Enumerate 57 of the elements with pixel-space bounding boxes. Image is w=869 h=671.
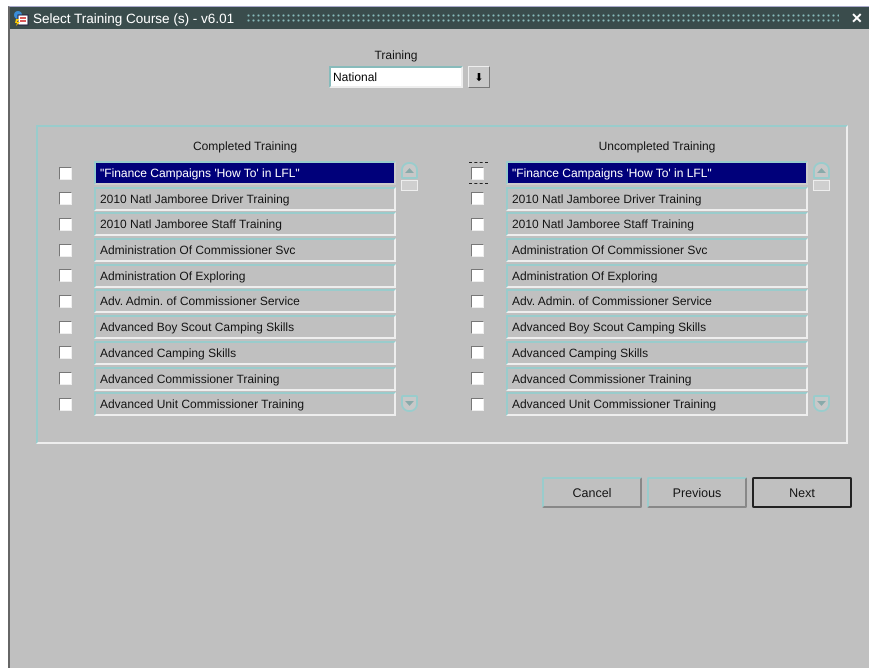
course-field[interactable]: Advanced Commissioner Training [94, 366, 396, 390]
close-button[interactable]: ✕ [851, 10, 863, 26]
checkbox[interactable] [471, 372, 484, 385]
checkbox[interactable] [59, 294, 72, 308]
course-field[interactable]: Advanced Unit Commissioner Training [506, 392, 808, 416]
course-field[interactable]: 2010 Natl Jamboree Staff Training [506, 212, 808, 236]
course-field[interactable]: Advanced Commissioner Training [506, 366, 808, 390]
checkbox[interactable] [59, 192, 72, 206]
dropdown-button[interactable]: ⬇ [468, 66, 490, 88]
course-field[interactable]: Advanced Camping Skills [94, 340, 396, 365]
scroll-thumb[interactable] [813, 180, 830, 191]
checkbox[interactable] [471, 320, 484, 334]
course-field[interactable]: Advanced Boy Scout Camping Skills [94, 315, 396, 340]
checkbox[interactable] [59, 244, 72, 257]
course-field[interactable]: Administration Of Exploring [506, 264, 808, 288]
checkbox[interactable] [59, 372, 72, 385]
checkbox[interactable] [59, 218, 72, 231]
checkbox[interactable] [59, 398, 72, 411]
list-heading: Completed Training [192, 138, 298, 155]
up-triangle-icon [817, 168, 826, 173]
course-field[interactable]: Adv. Admin. of Commissioner Service [94, 289, 396, 314]
course-field[interactable]: Administration Of Exploring [94, 264, 396, 288]
course-field[interactable]: Advanced Unit Commissioner Training [94, 392, 396, 416]
checkbox[interactable] [471, 166, 484, 180]
checkbox[interactable] [471, 192, 484, 206]
dialog-button[interactable]: Next [752, 477, 852, 508]
course-field[interactable]: "Finance Campaigns 'How To' in LFL" [506, 161, 808, 185]
app-icon [13, 10, 29, 26]
course-field[interactable]: Adv. Admin. of Commissioner Service [506, 289, 808, 314]
checkbox[interactable] [59, 320, 72, 334]
down-triangle-icon [405, 401, 414, 406]
course-field[interactable]: Administration Of Commissioner Svc [94, 238, 396, 262]
training-field[interactable]: National [329, 66, 463, 88]
checkbox[interactable] [471, 346, 484, 360]
course-field[interactable]: 2010 Natl Jamboree Driver Training [94, 186, 396, 211]
checkbox[interactable] [59, 346, 72, 360]
course-field[interactable]: 2010 Natl Jamboree Driver Training [506, 186, 808, 211]
window-title: Select Training Course (s) - v6.01 [33, 10, 234, 26]
dialog-button[interactable]: Previous [647, 477, 747, 508]
course-field[interactable]: 2010 Natl Jamboree Staff Training [94, 212, 396, 236]
up-triangle-icon [405, 168, 414, 173]
list-heading: Uncompleted Training [598, 138, 716, 155]
training-label: Training [374, 47, 418, 63]
checkbox[interactable] [59, 269, 72, 282]
course-field[interactable]: "Finance Campaigns 'How To' in LFL" [94, 161, 396, 185]
checkbox[interactable] [471, 269, 484, 282]
checkbox[interactable] [471, 244, 484, 257]
checkbox[interactable] [59, 166, 72, 180]
course-field[interactable]: Administration Of Commissioner Svc [506, 238, 808, 262]
checkbox[interactable] [471, 218, 484, 231]
down-triangle-icon [817, 401, 826, 406]
dialog-button[interactable]: Cancel [542, 477, 642, 508]
checkbox[interactable] [471, 294, 484, 308]
checkbox[interactable] [471, 398, 484, 411]
course-field[interactable]: Advanced Camping Skills [506, 340, 808, 365]
scroll-thumb[interactable] [401, 180, 418, 191]
course-field[interactable]: Advanced Boy Scout Camping Skills [506, 315, 808, 340]
